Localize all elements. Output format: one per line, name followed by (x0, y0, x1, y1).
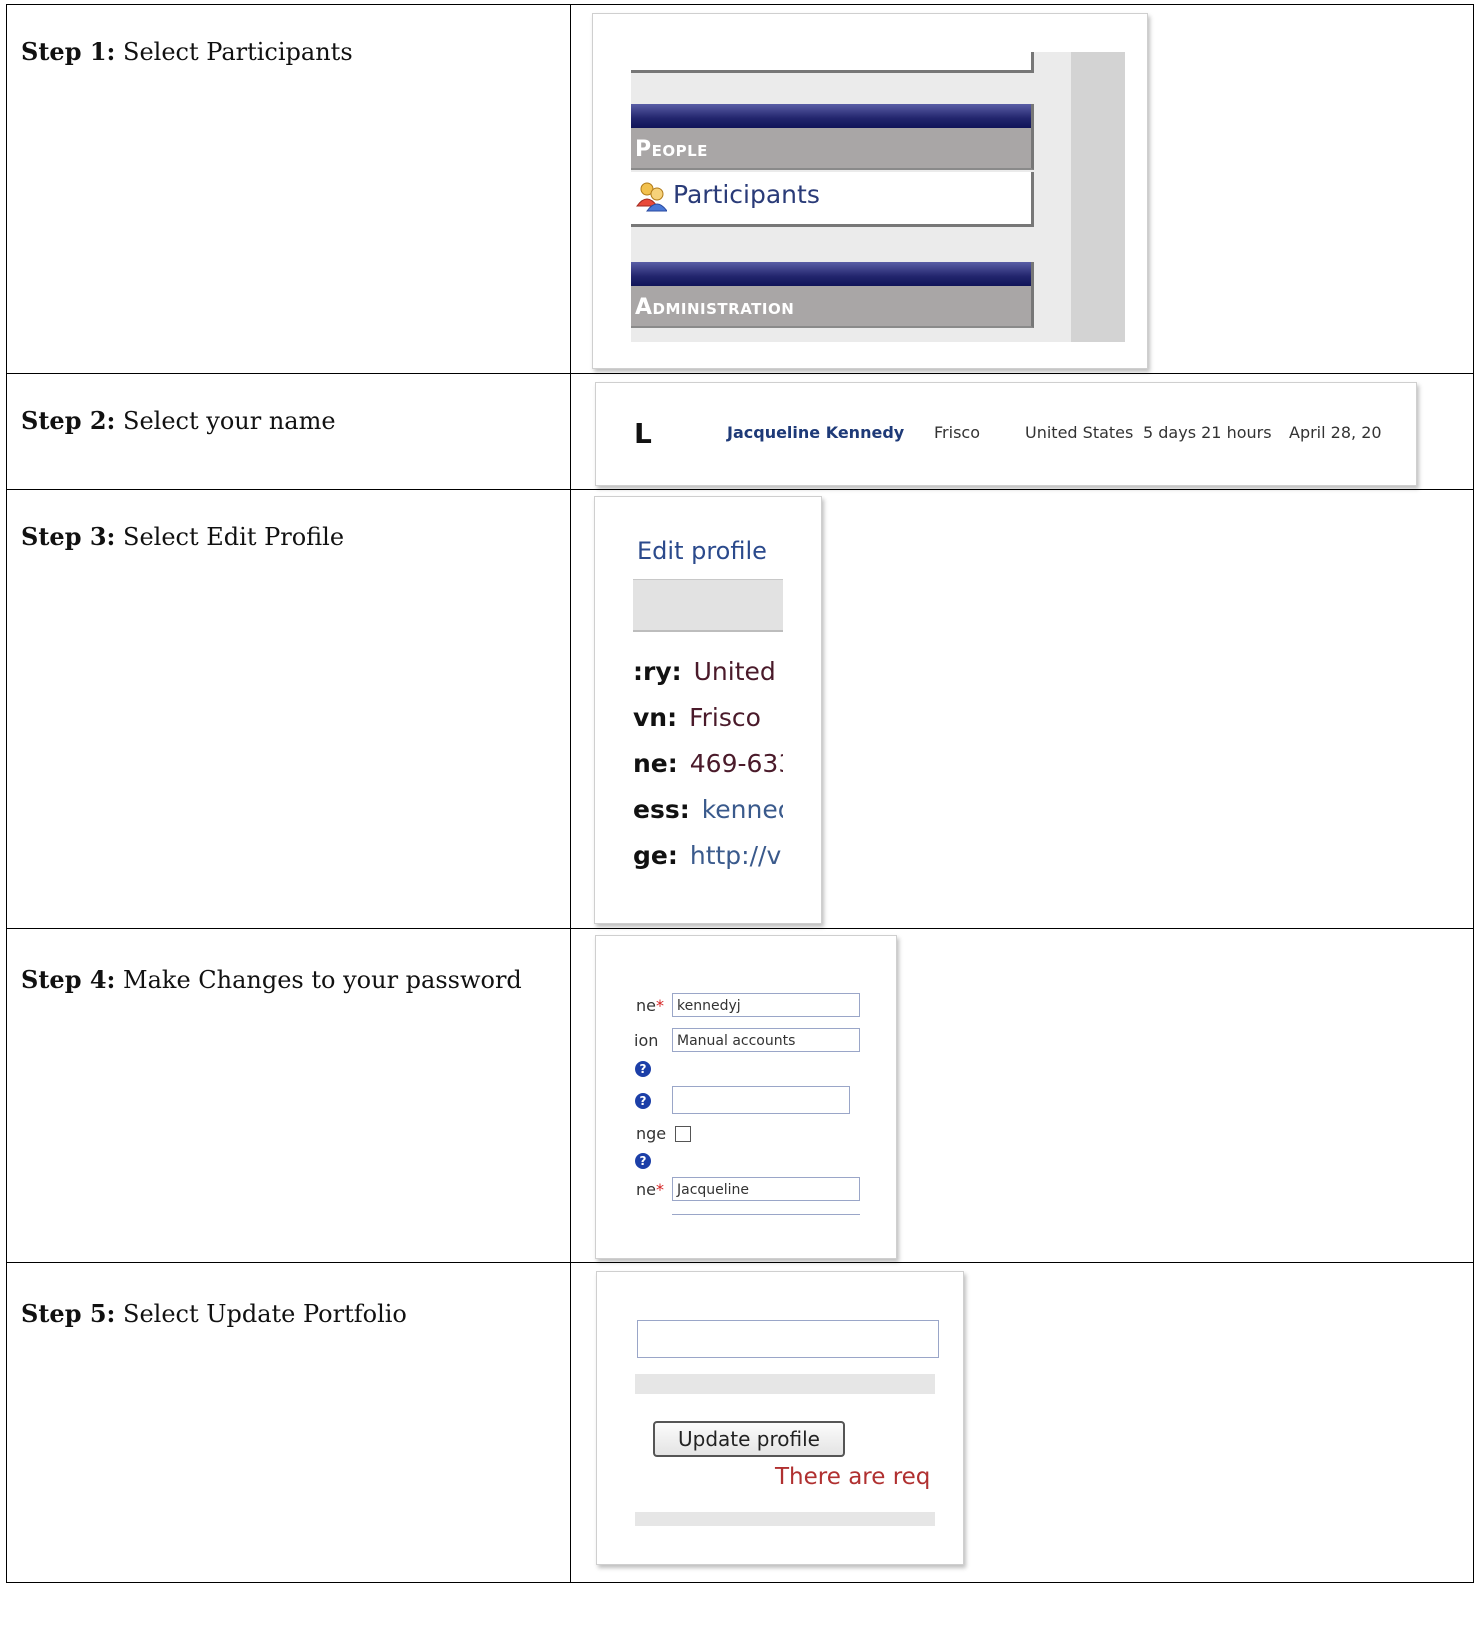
step-3-instruction: Select Edit Profile (115, 523, 345, 551)
step-5-label: Step 5: (21, 1299, 116, 1328)
separator-bar (635, 1374, 935, 1394)
username-label: ne* (636, 996, 664, 1015)
step-1-text: Step 1: Select Participants (21, 37, 353, 66)
step-row-5: Step 5: Select Update Portfolio Update p… (6, 1262, 1474, 1583)
webpage-label: ge: (633, 841, 678, 870)
step-2-instruction: Select your name (115, 407, 336, 435)
step-5-screenshot-cell: Update profile There are req (570, 1262, 1474, 1583)
profile-row-webpage: ge: http://v (633, 841, 783, 870)
participants-icon (636, 182, 667, 212)
profile-row-phone: ne: 469-633- (633, 749, 783, 778)
email-value[interactable]: kennedy (702, 795, 783, 824)
participant-city: Frisco (934, 423, 980, 442)
people-title-bar (631, 104, 1034, 128)
town-label: vn: (633, 703, 678, 732)
update-profile-screenshot: Update profile There are req (596, 1271, 964, 1565)
step-row-4: Step 4: Make Changes to your password ne… (6, 928, 1474, 1263)
edit-profile-tab[interactable]: Edit profile (637, 537, 767, 565)
step-2-cell: Step 2: Select your name (6, 373, 571, 490)
step-5-cell: Step 5: Select Update Portfolio (6, 1262, 571, 1583)
administration-header: Administration (631, 286, 1034, 328)
auth-method-select[interactable]: Manual accounts (672, 1028, 860, 1052)
town-value: Frisco (689, 703, 761, 732)
step-1-instruction: Select Participants (115, 38, 353, 66)
next-field-edge (672, 1214, 860, 1223)
step-3-label: Step 3: (21, 522, 116, 551)
step-5-text: Step 5: Select Update Portfolio (21, 1299, 407, 1328)
profile-row-email: ess: kennedy (633, 795, 783, 824)
force-change-checkbox[interactable] (675, 1126, 691, 1142)
footer-bar (635, 1512, 935, 1526)
profile-row-country: :ry: United S (633, 657, 783, 686)
participant-date: April 28, 20 (1289, 423, 1382, 442)
firstname-required-mark: * (655, 1180, 664, 1199)
admin-title-bar (631, 262, 1034, 286)
password-help-icon[interactable]: ? (635, 1093, 651, 1109)
people-header: People (631, 128, 1034, 170)
step-3-text: Step 3: Select Edit Profile (21, 522, 344, 551)
step-2-screenshot-cell: L Jacqueline Kennedy Frisco United State… (570, 373, 1474, 490)
required-fields-warning: There are req (775, 1464, 931, 1490)
step-4-screenshot-cell: ne* kennedyj ion Manual accounts ? ? nge… (570, 928, 1474, 1263)
step-row-3: Step 3: Select Edit Profile Edit profile… (6, 489, 1474, 929)
email-label: ess: (633, 795, 690, 824)
step-3-screenshot-cell: Edit profile :ry: United S vn: Frisco ne: 4… (570, 489, 1474, 929)
steps-table: Step 1: Select Participants People Parti… (6, 4, 1474, 1583)
step-1-cell: Step 1: Select Participants (6, 4, 571, 374)
username-label-text: ne (636, 996, 656, 1015)
step-1-screenshot-cell: People Participants Administration (570, 4, 1474, 374)
help-icon[interactable]: ? (635, 1061, 651, 1077)
scrollbar-track[interactable] (1071, 52, 1125, 342)
webpage-value[interactable]: http://v (690, 841, 781, 870)
participants-screenshot: People Participants Administration (592, 13, 1148, 369)
participant-last-access: 5 days 21 hours (1143, 423, 1272, 442)
step-5-instruction: Select Update Portfolio (115, 1300, 407, 1328)
auth-method-label: ion (634, 1031, 659, 1050)
new-password-field[interactable] (672, 1086, 850, 1114)
step-row-1: Step 1: Select Participants People Parti… (6, 4, 1474, 374)
step-4-label: Step 4: (21, 965, 116, 994)
step-4-text: Step 4: Make Changes to your password (21, 965, 522, 994)
firstname-field[interactable]: Jacqueline (672, 1177, 860, 1201)
phone-label: ne: (633, 749, 678, 778)
firstname-label-text: ne (636, 1180, 656, 1199)
phone-value: 469-633- (689, 749, 783, 778)
firstname-label: ne* (636, 1180, 664, 1199)
step-2-label: Step 2: (21, 406, 116, 435)
update-profile-button[interactable]: Update profile (653, 1421, 845, 1457)
step-row-2: Step 2: Select your name L Jacqueline Ke… (6, 373, 1474, 490)
password-form-screenshot: ne* kennedyj ion Manual accounts ? ? nge… (595, 935, 897, 1259)
tab-bar (633, 579, 783, 632)
step-1-label: Step 1: (21, 37, 116, 66)
force-change-label: nge (636, 1124, 667, 1143)
participant-row-screenshot: L Jacqueline Kennedy Frisco United State… (595, 382, 1417, 486)
form-input-field[interactable] (637, 1320, 939, 1358)
step-4-cell: Step 4: Make Changes to your password (6, 928, 571, 1263)
username-field[interactable]: kennedyj (672, 993, 860, 1017)
step-3-cell: Step 3: Select Edit Profile (6, 489, 571, 929)
row-initial: L (634, 417, 652, 450)
country-value: United S (693, 657, 783, 686)
step-2-text: Step 2: Select your name (21, 406, 336, 435)
participants-link[interactable]: Participants (673, 180, 820, 209)
firstname-help-icon[interactable]: ? (635, 1153, 651, 1169)
nav-block-top (631, 52, 1034, 73)
participant-name-link[interactable]: Jacqueline Kennedy (727, 423, 904, 442)
step-4-instruction: Make Changes to your password (115, 966, 522, 994)
edit-profile-screenshot: Edit profile :ry: United S vn: Frisco ne: 4… (594, 496, 822, 924)
username-required-mark: * (655, 996, 664, 1015)
participant-country: United States (1025, 423, 1134, 442)
country-label: :ry: (633, 657, 682, 686)
profile-row-town: vn: Frisco (633, 703, 783, 732)
